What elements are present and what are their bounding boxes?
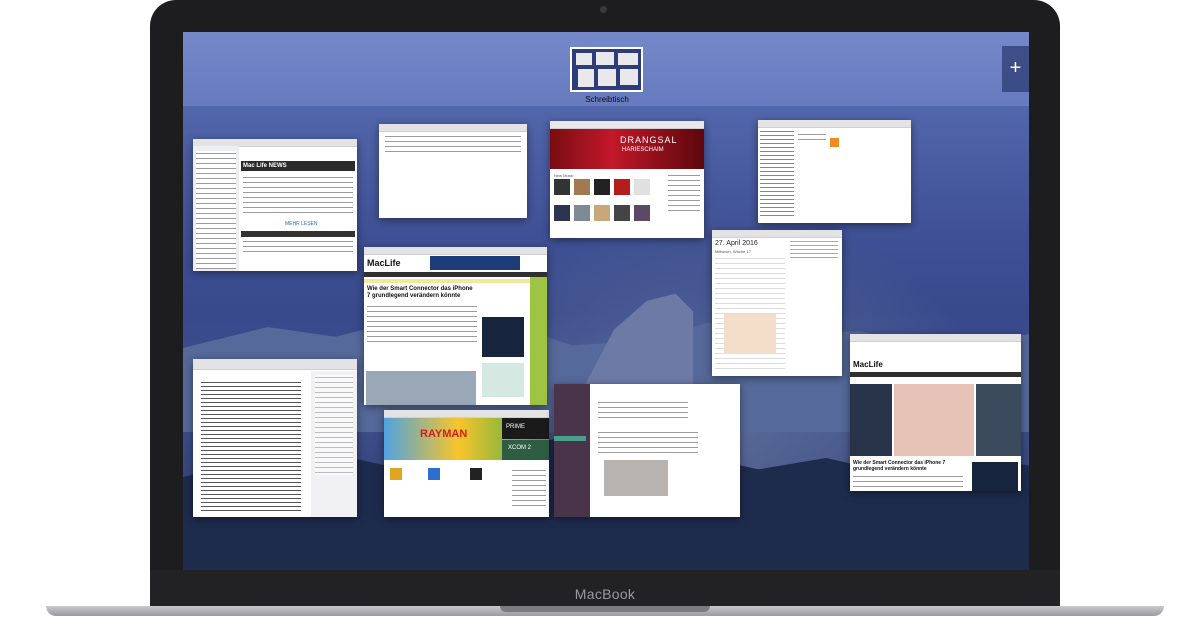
window-app-store[interactable]: RAYMAN PRIME XCOM 2: [384, 410, 549, 517]
plus-icon: +: [1009, 57, 1022, 79]
itunes-section: New Music: [554, 173, 574, 178]
window-maclife-article[interactable]: MacLife Wie der Smart Connector das iPho…: [364, 247, 547, 405]
itunes-hero-subtitle: HARIESCHAIM: [622, 147, 664, 153]
itunes-hero-title: DRANGSAL: [620, 135, 678, 145]
window-slack[interactable]: [554, 384, 740, 517]
window-pages-document[interactable]: [193, 359, 357, 517]
window-mail-newsletter[interactable]: Mac Life NEWS MEHR LESEN: [193, 139, 357, 271]
camera: [600, 6, 607, 13]
add-space-button[interactable]: +: [1002, 46, 1029, 92]
window-notes[interactable]: [758, 120, 911, 223]
maclife-logo: MacLife: [367, 258, 401, 268]
calendar-weekday: Mittwoch, Woche 17: [715, 249, 751, 254]
macbook-brand-label: MacBook: [574, 586, 636, 602]
window-maclife-right[interactable]: MacLife Wie der Smart Connector das iPho…: [850, 334, 1021, 491]
app-store-featured-3[interactable]: XCOM 2: [508, 445, 531, 451]
calendar-date: 27. April 2016: [715, 240, 758, 247]
read-more-link[interactable]: MEHR LESEN: [285, 221, 318, 227]
space-thumbnail-desktop[interactable]: [570, 47, 643, 92]
app-store-featured-2[interactable]: PRIME: [506, 424, 525, 430]
window-calendar[interactable]: 27. April 2016 Mittwoch, Woche 17: [712, 230, 842, 376]
maclife-news-logo: Mac Life NEWS: [243, 163, 287, 169]
maclife-logo-right: MacLife: [853, 360, 883, 369]
screen: Schreibtisch + Mac Life NEWS MEHR LESEN …: [183, 32, 1029, 570]
macbook-notch: [500, 606, 710, 612]
article-headline-right[interactable]: Wie der Smart Connector das iPhone 7 gru…: [853, 460, 963, 472]
app-store-featured[interactable]: RAYMAN: [420, 428, 467, 440]
space-label: Schreibtisch: [585, 95, 629, 104]
window-mail-compose[interactable]: [379, 124, 527, 218]
article-headline[interactable]: Wie der Smart Connector das iPhone 7 gru…: [367, 286, 477, 300]
window-itunes[interactable]: DRANGSAL HARIESCHAIM New Music: [550, 121, 704, 238]
